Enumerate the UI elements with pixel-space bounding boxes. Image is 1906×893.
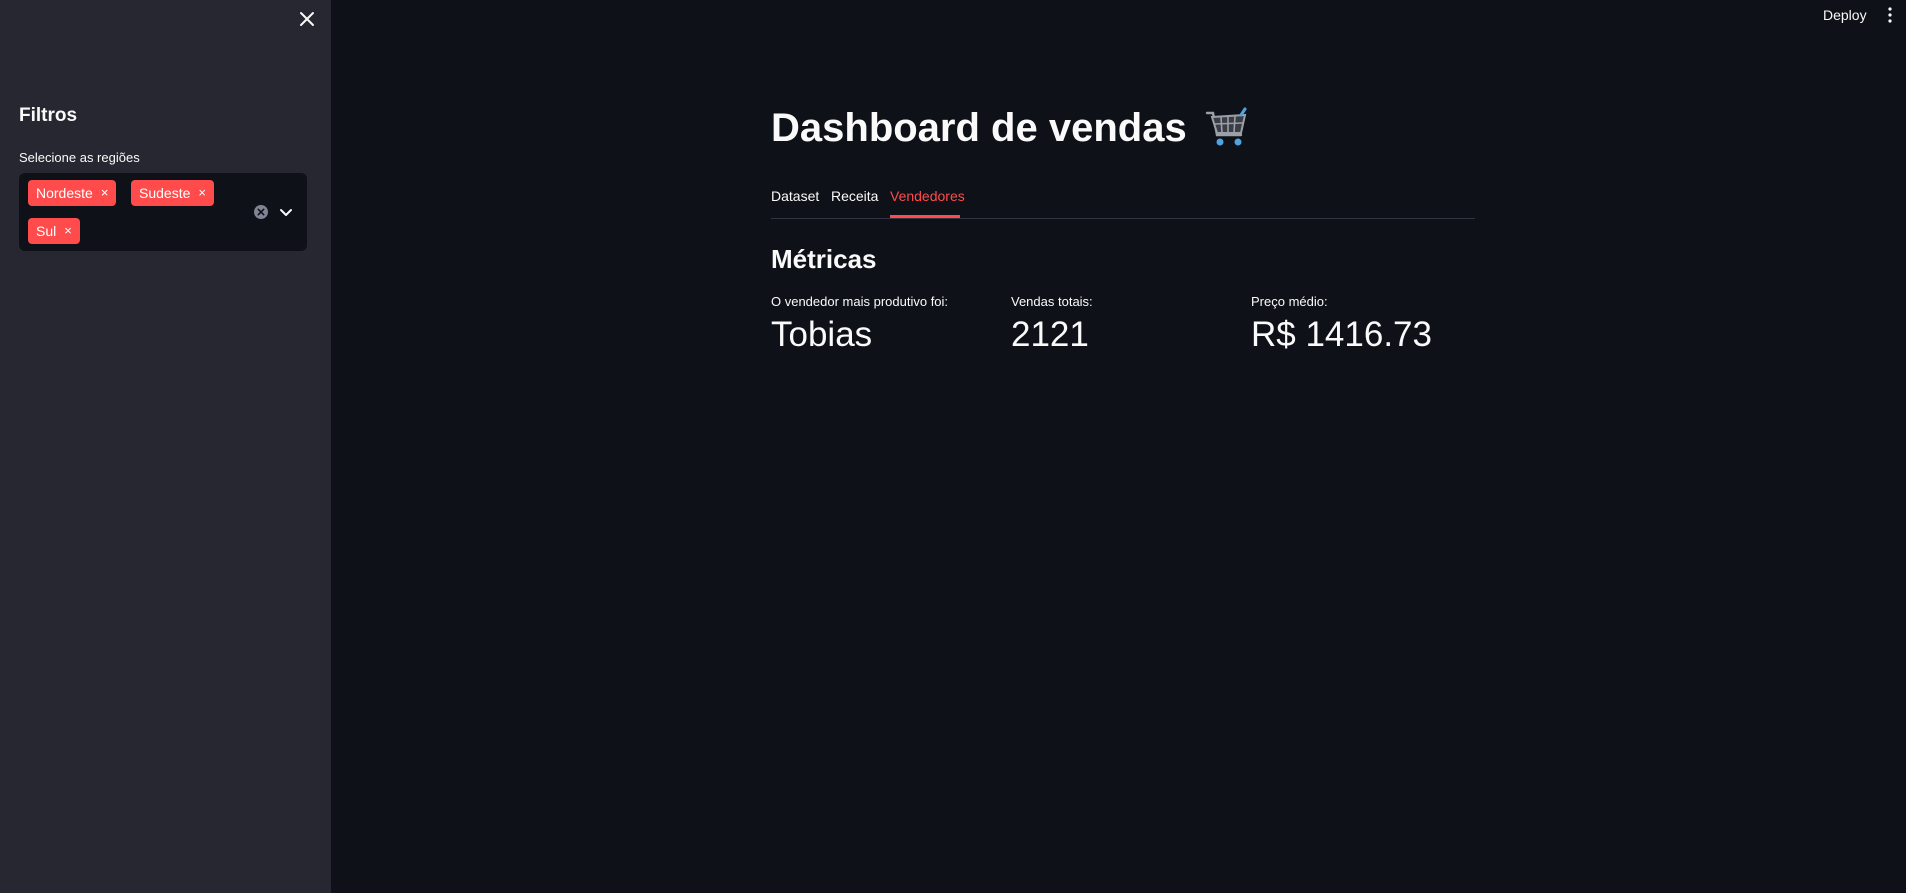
region-chip-sul: Sul × [28, 218, 80, 244]
page-title: Dashboard de vendas [771, 105, 1249, 151]
more-vertical-icon[interactable] [1882, 6, 1898, 24]
metric-value: R$ 1416.73 [1251, 315, 1432, 354]
metric-label: O vendedor mais produtivo foi: [771, 294, 949, 309]
remove-chip-icon[interactable]: × [198, 180, 206, 206]
close-sidebar-icon[interactable] [296, 8, 318, 30]
shopping-cart-icon [1205, 107, 1247, 146]
metric-label: Preço médio: [1251, 294, 1328, 309]
deploy-button[interactable]: Deploy [1823, 7, 1867, 23]
region-chip-label: Sul [36, 223, 57, 239]
sidebar: Filtros Selecione as regiões Nordeste × … [0, 0, 331, 893]
metric-average-price: Preço médio: R$ 1416.73 [1251, 294, 1432, 355]
region-chip-label: Nordeste [36, 185, 93, 201]
page-title-text: Dashboard de vendas [771, 105, 1187, 150]
sidebar-title: Filtros [19, 105, 78, 126]
region-chip-sudeste: Sudeste × [131, 180, 214, 206]
section-title: Métricas [771, 244, 877, 274]
metric-top-seller: O vendedor mais produtivo foi: Tobias [771, 294, 948, 355]
region-chip-label: Sudeste [139, 185, 191, 201]
remove-chip-icon[interactable]: × [101, 180, 109, 206]
metric-label: Vendas totais: [1011, 294, 1093, 309]
tab-bar: Dataset Receita Vendedores [771, 186, 1475, 219]
metric-total-sales: Vendas totais: 2121 [1011, 294, 1093, 355]
region-chip-nordeste: Nordeste × [28, 180, 117, 206]
active-tab-indicator [890, 215, 960, 218]
remove-chip-icon[interactable]: × [64, 218, 72, 244]
metric-value: Tobias [771, 315, 873, 354]
app: Filtros Selecione as regiões Nordeste × … [0, 0, 1906, 893]
region-select-label: Selecione as regiões [19, 150, 140, 165]
tab-vendedores[interactable]: Vendedores [890, 188, 965, 204]
region-multiselect[interactable]: Nordeste × Sudeste × Sul × [19, 173, 307, 251]
metric-value: 2121 [1011, 315, 1089, 354]
clear-all-icon[interactable] [253, 204, 269, 220]
tab-dataset[interactable]: Dataset [771, 188, 819, 204]
tab-receita[interactable]: Receita [831, 188, 878, 204]
chevron-down-icon[interactable] [278, 204, 294, 220]
